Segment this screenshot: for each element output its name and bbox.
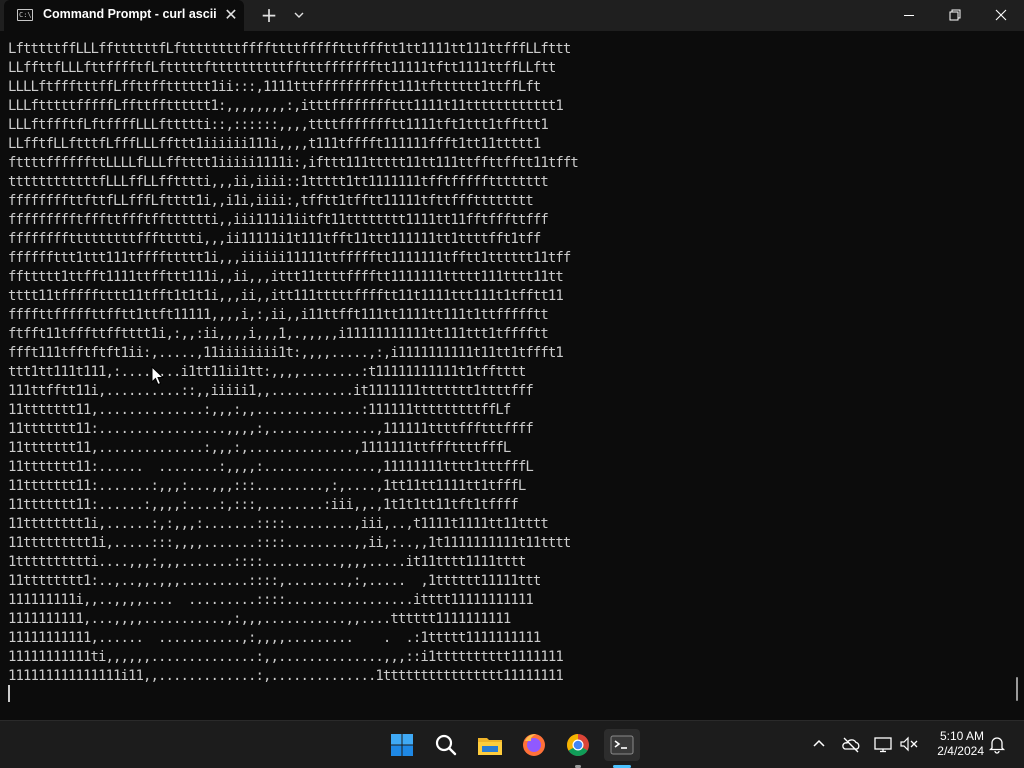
new-tab-button[interactable]: + <box>258 4 280 26</box>
terminal-line: ffffffttt1ttt111tffffttttt1i,,,iiiiii111… <box>8 250 571 266</box>
terminal-line: fffffffftttttttttfffttttti,,,ii11111i1t1… <box>8 231 541 247</box>
clock[interactable]: 5:10 AM 2/4/2024 <box>920 729 984 759</box>
chevron-down-icon[interactable] <box>289 4 309 26</box>
terminal-line: LLLftffftfLftffffLLLfttttti::,::::::,,,,… <box>8 117 549 133</box>
file-explorer-icon[interactable] <box>474 729 506 761</box>
network-icon[interactable] <box>872 733 894 755</box>
terminal-output[interactable]: LftttttffLLLffttttttfLfttttttttffffttttf… <box>0 31 1024 720</box>
close-window-button[interactable] <box>978 0 1024 31</box>
title-bar: C:\ Command Prompt - curl ascii ✕ + <box>0 0 1024 31</box>
terminal-line: ffffffffttfttfLLfffLftttt1i,,i1i,iiii:,t… <box>8 193 534 209</box>
terminal-line: 11ttttttttt1i,.....:::,,,,.......::::...… <box>8 535 571 551</box>
terminal-line: 11ttttttt11:......:,,,,:....:,:::,......… <box>8 497 519 513</box>
terminal-line: ftfft11tfffttfftttt1i,:,,:ii,,,,i,,,1,.,… <box>8 326 549 342</box>
terminal-line: 11111111111,...... ...........,:,,,,....… <box>8 630 541 646</box>
terminal-line: tttt11tffffftttt11tfft1t1t1i,,,ii,,itt11… <box>8 288 564 304</box>
terminal-line: 11ttttttt11:.................,,,,:,.....… <box>8 421 534 437</box>
minimize-button[interactable] <box>886 0 932 31</box>
notification-bell-icon[interactable] <box>986 733 1008 755</box>
clock-time: 5:10 AM <box>939 729 984 743</box>
mouse-pointer-icon <box>151 366 165 386</box>
clock-date: 2/4/2024 <box>937 744 984 758</box>
tab-title: Command Prompt - curl ascii <box>43 7 217 21</box>
text-cursor <box>8 685 10 702</box>
terminal-line: ffffffffftfffttffftfftttttti,,iii111i1ii… <box>8 212 549 228</box>
terminal-line: ffffttfffffttfftt1ttft11111,,,,i,:,ii,,i… <box>8 307 549 323</box>
terminal-line: 111111111i,,..,,,,.... .........::::....… <box>8 592 534 608</box>
terminal-line: 1tttttttttti....,,,:,,,.......::::......… <box>8 554 526 570</box>
terminal-line: 111111111111111i11,,.............:,.....… <box>8 668 564 684</box>
terminal-line: LLfftfLLftttfLfffLLLffttt1iiiiii111i,,,,… <box>8 136 541 152</box>
onedrive-cloud-icon[interactable] <box>840 733 862 755</box>
search-icon[interactable] <box>430 729 462 761</box>
terminal-line: 11ttttttt11,..............:,,,:,........… <box>8 440 511 456</box>
terminal-icon[interactable] <box>604 729 640 761</box>
start-icon[interactable] <box>386 729 418 761</box>
terminal-line: 11ttttttt11,..............:,,,:,,.......… <box>8 402 511 418</box>
command-prompt-icon: C:\ <box>17 9 33 21</box>
terminal-line: fttttffffffttLLLLfLLLfftttt1iiiii1111i:,… <box>8 155 579 171</box>
terminal-line: 11ttttttt11:.......:,,,:...,,,:::.......… <box>8 478 526 494</box>
terminal-line: ttt1tt111t111,:........i1tt11ii1tt:,,,,.… <box>8 364 526 380</box>
chevron-up-icon[interactable] <box>808 733 830 755</box>
firefox-icon[interactable] <box>518 729 550 761</box>
scrollbar-thumb[interactable] <box>1016 677 1018 701</box>
terminal-line: LLLftttttfffffLffttfftttttt1:,,,,,,,,:,i… <box>8 98 564 114</box>
terminal-line: 11tttttttt1i,......:,:,,,:.......::::...… <box>8 516 549 532</box>
restore-button[interactable] <box>932 0 978 31</box>
terminal-line: 11tttttttt1:..,..,,.,,,.........::::,...… <box>8 573 541 589</box>
terminal-line: 111ttfftt11i,..........::,,iiiii1,,.....… <box>8 383 534 399</box>
chrome-icon[interactable] <box>562 729 594 761</box>
terminal-line: ttttttttttttfLLLffLLfftttti,,,ii,iiii::1… <box>8 174 549 190</box>
terminal-line: 11111111111ti,,,,,,..............:,,....… <box>8 649 564 665</box>
volume-muted-icon[interactable] <box>898 733 920 755</box>
terminal-line: LLffttfLLLfttfffftfLftttttfttttttttttfft… <box>8 60 556 76</box>
terminal-line: 11ttttttt11:...... ........:,,,,:.......… <box>8 459 534 475</box>
terminal-line: LLLLftffftttffLffttfftttttt1ii:::,1111tt… <box>8 79 541 95</box>
terminal-line: ffttttt1ttfft1111ttffttt111i,,ii,,,ittt1… <box>8 269 564 285</box>
tab-command-prompt[interactable]: C:\ Command Prompt - curl ascii ✕ <box>4 0 244 31</box>
close-tab-icon[interactable]: ✕ <box>221 5 241 25</box>
terminal-line: 1111111111,...,,,,...........,:,,,......… <box>8 611 511 627</box>
taskbar: 5:10 AM 2/4/2024 <box>0 720 1024 768</box>
terminal-line: LftttttffLLLffttttttfLfttttttttffffttttf… <box>8 41 571 57</box>
terminal-line: ffft111tfftftft1ii:,.....,11iiiiiiii1t:,… <box>8 345 564 361</box>
ascii-art-output: LftttttffLLLffttttttfLfttttttttffffttttf… <box>8 40 579 686</box>
